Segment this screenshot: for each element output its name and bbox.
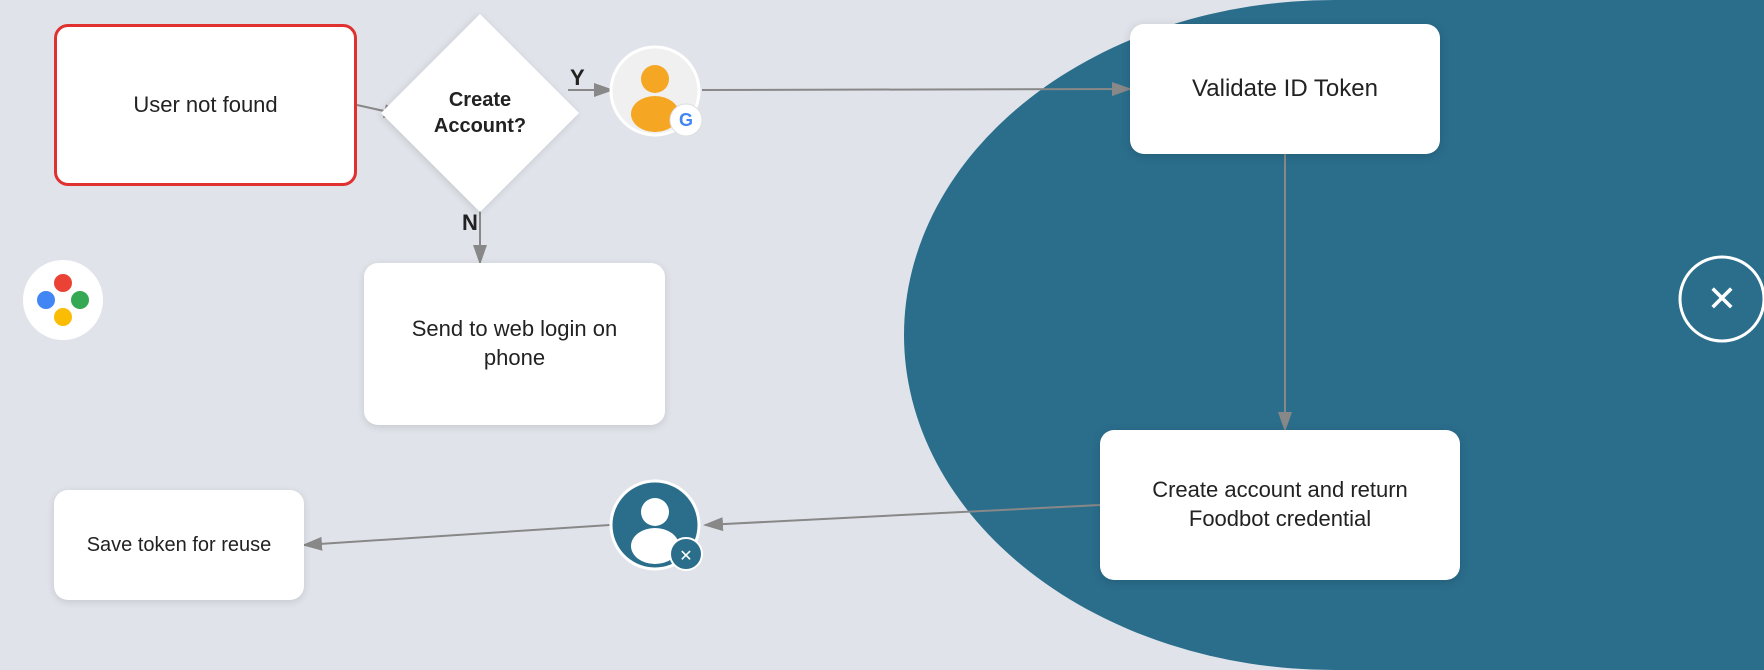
user-not-found-box: User not found [54,24,357,186]
foodbot-user-icon-wrap: ✕ [608,478,703,578]
validate-id-label: Validate ID Token [1192,73,1378,104]
create-account-diamond-wrap: CreateAccount? [390,20,570,205]
svg-text:G: G [679,110,693,130]
send-to-web-label: Send to web login on phone [384,315,645,372]
user-not-found-label: User not found [133,91,277,120]
google-assistant-icon [18,255,108,350]
create-account-return-box: Create account and return Foodbot creden… [1100,430,1460,580]
create-account-label: CreateAccount? [390,87,570,139]
send-to-web-box: Send to web login on phone [364,263,665,425]
google-user-icon-wrap: G [608,44,703,144]
save-token-label: Save token for reuse [87,532,272,558]
svg-text:✕: ✕ [1707,278,1737,319]
no-label: N [462,210,478,236]
diagram-content: User not found CreateAccount? Y N G Send… [0,0,1764,670]
yes-label: Y [570,65,585,91]
save-token-box: Save token for reuse [54,490,304,600]
create-account-return-label: Create account and return Foodbot creden… [1120,476,1440,533]
svg-text:✕: ✕ [679,548,692,565]
validate-id-box: Validate ID Token [1130,24,1440,154]
foodbot-app-icon: ✕ [1678,255,1764,348]
google-user-svg: G [608,44,703,139]
